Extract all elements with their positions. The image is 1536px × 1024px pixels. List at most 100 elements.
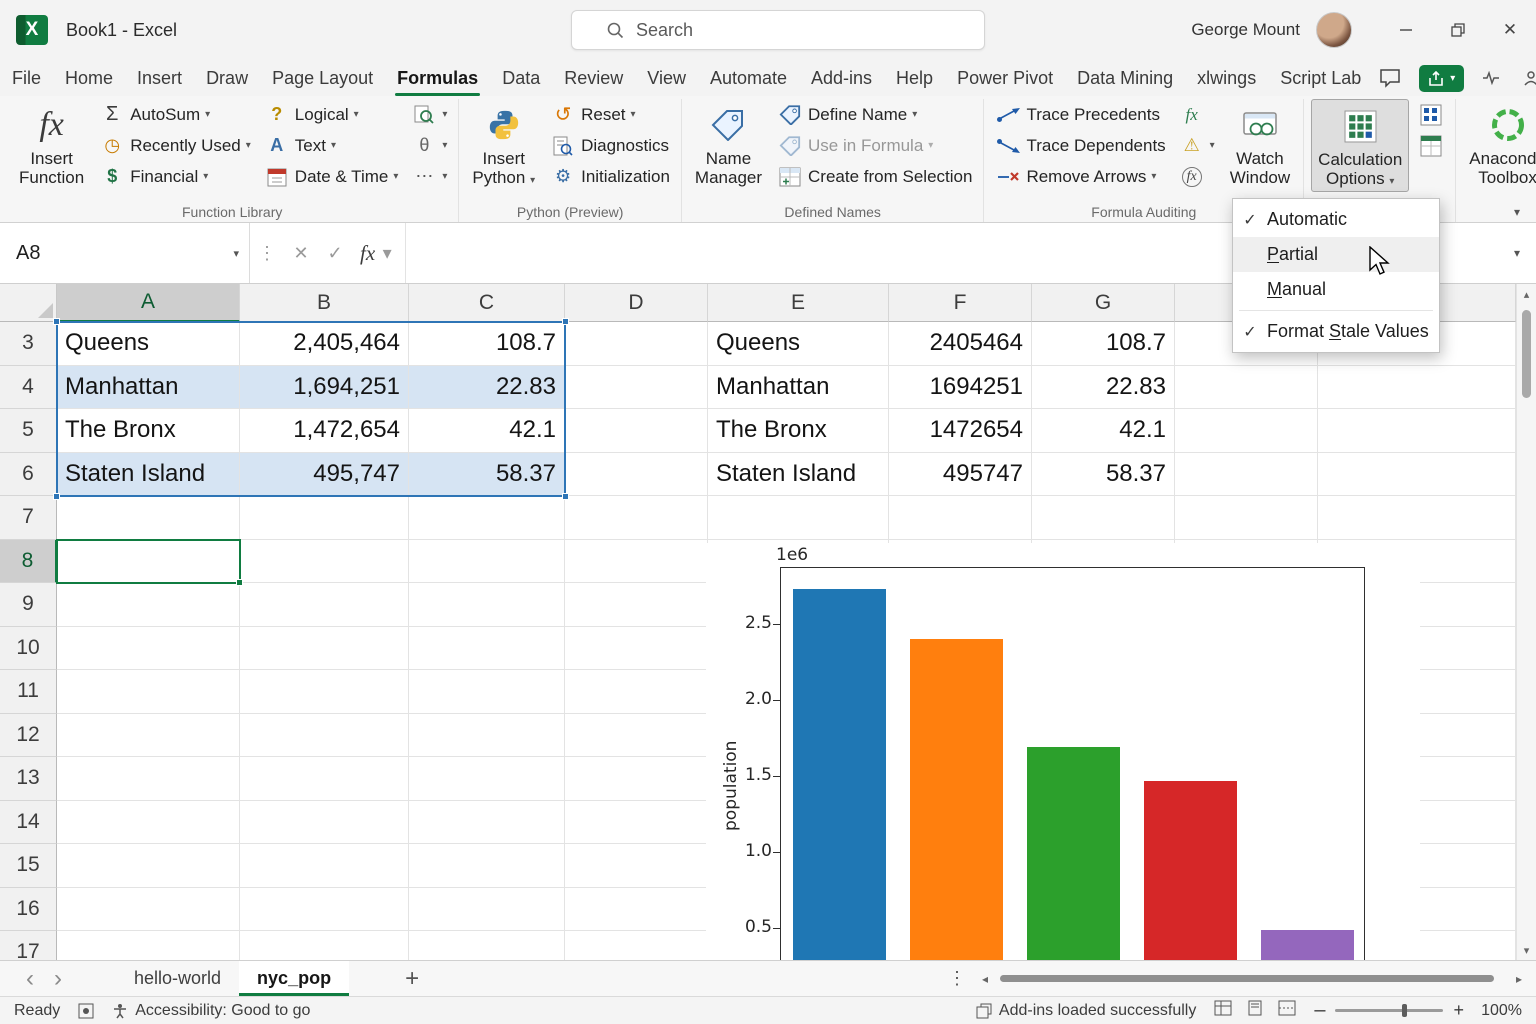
- avatar[interactable]: [1316, 12, 1352, 48]
- cell-A17[interactable]: [57, 931, 240, 960]
- show-formulas-button[interactable]: fx: [1175, 99, 1219, 130]
- cell-x85[interactable]: [1318, 409, 1516, 453]
- cell-C15[interactable]: [409, 844, 565, 888]
- ribbon-tab-insert[interactable]: Insert: [125, 60, 194, 96]
- macro-record-button[interactable]: [78, 1003, 94, 1019]
- cell-C9[interactable]: [409, 583, 565, 627]
- use-in-formula-button[interactable]: Use in Formula▾: [773, 130, 976, 161]
- cell-C13[interactable]: [409, 757, 565, 801]
- insert-function-button[interactable]: fxInsertFunction: [13, 99, 90, 190]
- ribbon-tab-file[interactable]: File: [0, 60, 53, 96]
- ribbon-tab-data[interactable]: Data: [490, 60, 552, 96]
- select-all-corner[interactable]: [0, 284, 57, 322]
- cell-D12[interactable]: [565, 714, 708, 758]
- calculate-now-button[interactable]: [1414, 99, 1448, 130]
- menu-item-partial[interactable]: Partial: [1233, 237, 1439, 272]
- cell-F6[interactable]: 495747: [889, 453, 1032, 497]
- row-header-3[interactable]: 3: [0, 322, 57, 366]
- more-functions-button[interactable]: ⋯▾: [407, 161, 451, 192]
- cell-G7[interactable]: [1032, 496, 1175, 540]
- error-checking-button[interactable]: ⚠▾: [1175, 130, 1219, 161]
- cell-C3[interactable]: 108.7: [409, 322, 565, 366]
- minimize-button[interactable]: [1380, 0, 1432, 60]
- menu-item-manual[interactable]: Manual: [1233, 272, 1439, 307]
- enter-button[interactable]: ✓: [318, 223, 352, 283]
- row-header-15[interactable]: 15: [0, 844, 57, 888]
- cell-A16[interactable]: [57, 888, 240, 932]
- row-header-7[interactable]: 7: [0, 496, 57, 540]
- insert-function-fx-button[interactable]: fx: [352, 223, 377, 283]
- fx-chevron-icon[interactable]: ▾: [377, 223, 397, 283]
- column-header-F[interactable]: F: [889, 284, 1032, 322]
- horizontal-scrollbar[interactable]: ◂ ▸: [974, 961, 1536, 996]
- cell-D10[interactable]: [565, 627, 708, 671]
- column-header-G[interactable]: G: [1032, 284, 1175, 322]
- cell-B9[interactable]: [240, 583, 409, 627]
- cell-D7[interactable]: [565, 496, 708, 540]
- cell-D16[interactable]: [565, 888, 708, 932]
- accessibility-status[interactable]: Accessibility: Good to go: [112, 1002, 310, 1020]
- create-from-selection-button[interactable]: Create from Selection: [773, 161, 976, 192]
- cell-C5[interactable]: 42.1: [409, 409, 565, 453]
- ribbon-tab-draw[interactable]: Draw: [194, 60, 260, 96]
- ribbon-tab-view[interactable]: View: [635, 60, 698, 96]
- cell-A4[interactable]: Manhattan: [57, 366, 240, 410]
- normal-view-button[interactable]: [1214, 1000, 1232, 1021]
- page-layout-view-button[interactable]: [1246, 1000, 1264, 1021]
- activity-button[interactable]: [1476, 68, 1506, 88]
- row-header-6[interactable]: 6: [0, 453, 57, 497]
- row-header-11[interactable]: 11: [0, 670, 57, 714]
- ribbon-tab-automate[interactable]: Automate: [698, 60, 799, 96]
- cell-E4[interactable]: Manhattan: [708, 366, 889, 410]
- scroll-down-icon[interactable]: ▾: [1524, 940, 1530, 960]
- cell-D14[interactable]: [565, 801, 708, 845]
- fill-handle[interactable]: [236, 579, 243, 586]
- cell-B16[interactable]: [240, 888, 409, 932]
- cell-A10[interactable]: [57, 627, 240, 671]
- trace-precedents-button[interactable]: Trace Precedents: [991, 99, 1169, 130]
- cell-B8[interactable]: [240, 540, 409, 584]
- cell-A7[interactable]: [57, 496, 240, 540]
- cell-x76[interactable]: [1175, 453, 1318, 497]
- row-header-14[interactable]: 14: [0, 801, 57, 845]
- ribbon-tab-xlwings[interactable]: xlwings: [1185, 60, 1268, 96]
- scroll-right-icon[interactable]: ▸: [1508, 972, 1530, 986]
- formula-bar-options-icon[interactable]: ⋮: [250, 223, 284, 283]
- ribbon-tab-home[interactable]: Home: [53, 60, 125, 96]
- cell-B10[interactable]: [240, 627, 409, 671]
- cell-B4[interactable]: 1,694,251: [240, 366, 409, 410]
- restore-button[interactable]: [1432, 0, 1484, 60]
- evaluate-formula-button[interactable]: fx: [1175, 161, 1219, 192]
- name-box-chevron-icon[interactable]: ▾: [233, 247, 239, 260]
- zoom-in-button[interactable]: +: [1453, 1000, 1464, 1021]
- cell-A3[interactable]: Queens: [57, 322, 240, 366]
- vertical-scrollbar[interactable]: ▴ ▾: [1516, 284, 1536, 960]
- cell-D6[interactable]: [565, 453, 708, 497]
- ribbon-tab-script-lab[interactable]: Script Lab: [1268, 60, 1373, 96]
- cell-F7[interactable]: [889, 496, 1032, 540]
- cell-F5[interactable]: 1472654: [889, 409, 1032, 453]
- column-header-D[interactable]: D: [565, 284, 708, 322]
- lookup-reference-button[interactable]: ▾: [407, 99, 451, 130]
- row-header-13[interactable]: 13: [0, 757, 57, 801]
- cell-D4[interactable]: [565, 366, 708, 410]
- cell-C11[interactable]: [409, 670, 565, 714]
- cell-D8[interactable]: [565, 540, 708, 584]
- cell-x86[interactable]: [1318, 453, 1516, 497]
- cell-B7[interactable]: [240, 496, 409, 540]
- cell-C8[interactable]: [409, 540, 565, 584]
- logical-button[interactable]: ?Logical▾: [260, 99, 403, 130]
- cell-B14[interactable]: [240, 801, 409, 845]
- financial-button[interactable]: $Financial▾: [95, 161, 255, 192]
- anaconda-toolbox-button[interactable]: AnacondaToolbox: [1463, 99, 1536, 190]
- menu-item-format-stale-values[interactable]: ✓Format Stale Values: [1233, 314, 1439, 349]
- user-name[interactable]: George Mount: [1191, 20, 1300, 40]
- math-trig-button[interactable]: θ▾: [407, 130, 451, 161]
- row-header-12[interactable]: 12: [0, 714, 57, 758]
- scroll-left-icon[interactable]: ◂: [974, 972, 996, 986]
- cell-x75[interactable]: [1175, 409, 1318, 453]
- zoom-slider-thumb[interactable]: [1402, 1004, 1407, 1017]
- sheet-nav-right-icon[interactable]: ›: [44, 967, 72, 991]
- cell-A12[interactable]: [57, 714, 240, 758]
- close-button[interactable]: ✕: [1484, 0, 1536, 60]
